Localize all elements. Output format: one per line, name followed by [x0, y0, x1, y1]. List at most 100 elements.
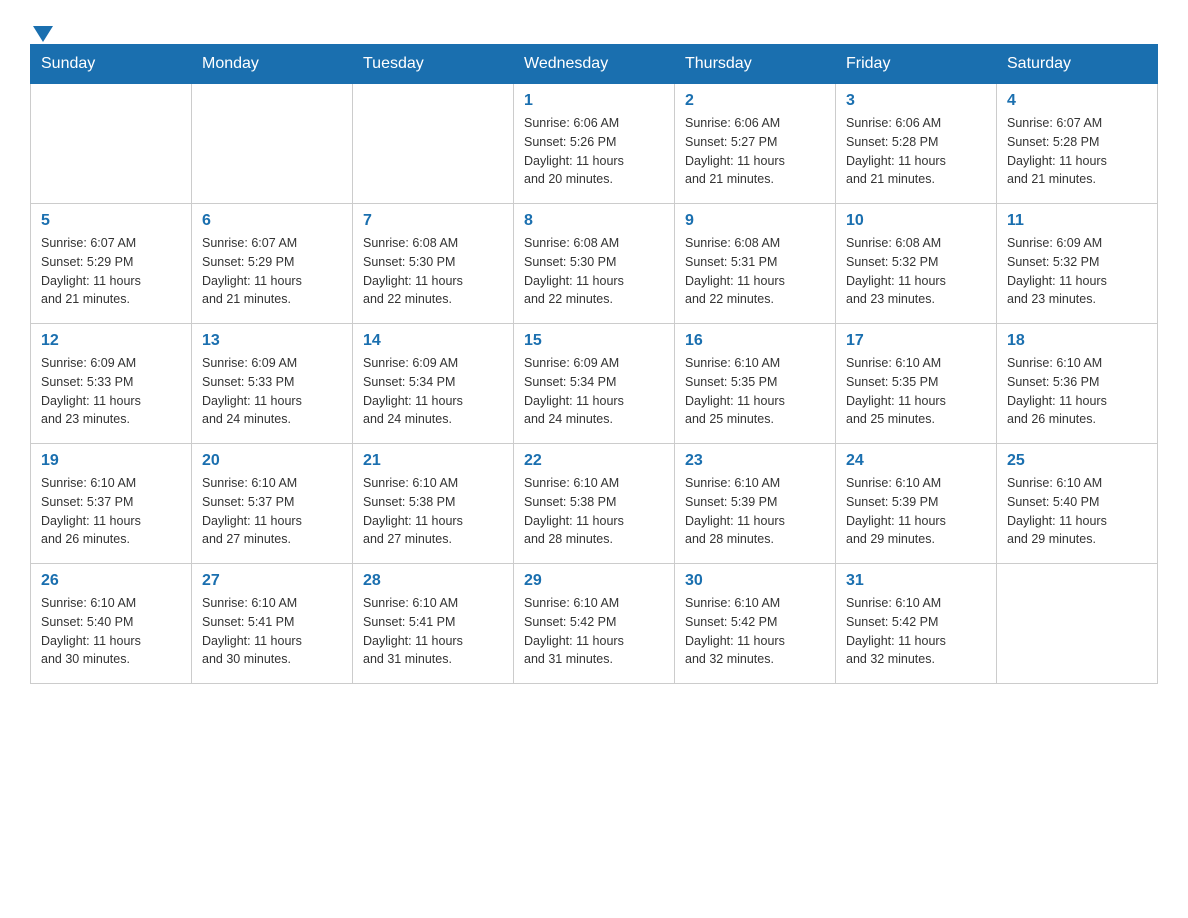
day-cell: 27 Sunrise: 6:10 AM Sunset: 5:41 PM Dayli…: [192, 564, 353, 684]
day-number: 1: [524, 92, 664, 110]
header-cell-thursday: Thursday: [675, 45, 836, 84]
day-cell: 12 Sunrise: 6:09 AM Sunset: 5:33 PM Dayli…: [31, 324, 192, 444]
day-number: 5: [41, 212, 181, 230]
day-number: 18: [1007, 332, 1147, 350]
day-info: Sunrise: 6:08 AM Sunset: 5:30 PM Dayligh…: [524, 234, 664, 309]
day-number: 10: [846, 212, 986, 230]
day-info: Sunrise: 6:06 AM Sunset: 5:27 PM Dayligh…: [685, 114, 825, 189]
day-number: 7: [363, 212, 503, 230]
day-info: Sunrise: 6:10 AM Sunset: 5:37 PM Dayligh…: [41, 474, 181, 549]
day-info: Sunrise: 6:09 AM Sunset: 5:34 PM Dayligh…: [524, 354, 664, 429]
day-info: Sunrise: 6:10 AM Sunset: 5:39 PM Dayligh…: [685, 474, 825, 549]
header-cell-saturday: Saturday: [997, 45, 1158, 84]
day-cell: 3 Sunrise: 6:06 AM Sunset: 5:28 PM Daylig…: [836, 84, 997, 204]
day-cell: 15 Sunrise: 6:09 AM Sunset: 5:34 PM Dayli…: [514, 324, 675, 444]
day-cell: 19 Sunrise: 6:10 AM Sunset: 5:37 PM Dayli…: [31, 444, 192, 564]
calendar-header: SundayMondayTuesdayWednesdayThursdayFrid…: [31, 45, 1158, 84]
header-cell-sunday: Sunday: [31, 45, 192, 84]
day-info: Sunrise: 6:10 AM Sunset: 5:39 PM Dayligh…: [846, 474, 986, 549]
logo: [30, 20, 53, 34]
day-cell: 29Sunrise: 6:10 AM Sunset: 5:42 PM Dayli…: [514, 564, 675, 684]
day-info: Sunrise: 6:10 AM Sunset: 5:42 PM Dayligh…: [685, 594, 825, 669]
week-row-0: 1 Sunrise: 6:06 AM Sunset: 5:26 PM Daylig…: [31, 84, 1158, 204]
day-number: 22: [524, 452, 664, 470]
day-number: 9: [685, 212, 825, 230]
day-cell: 26 Sunrise: 6:10 AM Sunset: 5:40 PM Dayli…: [31, 564, 192, 684]
day-info: Sunrise: 6:10 AM Sunset: 5:42 PM Dayligh…: [846, 594, 986, 669]
day-info: Sunrise: 6:07 AM Sunset: 5:29 PM Dayligh…: [41, 234, 181, 309]
day-number: 25: [1007, 452, 1147, 470]
day-cell: 20 Sunrise: 6:10 AM Sunset: 5:37 PM Dayli…: [192, 444, 353, 564]
day-info: Sunrise: 6:10 AM Sunset: 5:41 PM Dayligh…: [202, 594, 342, 669]
day-cell: 8 Sunrise: 6:08 AM Sunset: 5:30 PM Daylig…: [514, 204, 675, 324]
day-cell: [31, 84, 192, 204]
day-info: Sunrise: 6:10 AM Sunset: 5:37 PM Dayligh…: [202, 474, 342, 549]
day-cell: 6 Sunrise: 6:07 AM Sunset: 5:29 PM Daylig…: [192, 204, 353, 324]
day-cell: [192, 84, 353, 204]
day-info: Sunrise: 6:07 AM Sunset: 5:29 PM Dayligh…: [202, 234, 342, 309]
day-cell: [997, 564, 1158, 684]
day-info: Sunrise: 6:07 AM Sunset: 5:28 PM Dayligh…: [1007, 114, 1147, 189]
day-number: 6: [202, 212, 342, 230]
day-cell: 30 Sunrise: 6:10 AM Sunset: 5:42 PM Dayli…: [675, 564, 836, 684]
day-cell: 28 Sunrise: 6:10 AM Sunset: 5:41 PM Dayli…: [353, 564, 514, 684]
day-number: 20: [202, 452, 342, 470]
day-number: 2: [685, 92, 825, 110]
day-cell: 24Sunrise: 6:10 AM Sunset: 5:39 PM Dayli…: [836, 444, 997, 564]
day-info: Sunrise: 6:10 AM Sunset: 5:42 PM Dayligh…: [524, 594, 664, 669]
logo-triangle-icon: [33, 26, 53, 42]
header-row: SundayMondayTuesdayWednesdayThursdayFrid…: [31, 45, 1158, 84]
day-cell: 31Sunrise: 6:10 AM Sunset: 5:42 PM Dayli…: [836, 564, 997, 684]
day-cell: 7 Sunrise: 6:08 AM Sunset: 5:30 PM Daylig…: [353, 204, 514, 324]
day-cell: 10Sunrise: 6:08 AM Sunset: 5:32 PM Dayli…: [836, 204, 997, 324]
day-number: 30: [685, 572, 825, 590]
week-row-2: 12 Sunrise: 6:09 AM Sunset: 5:33 PM Dayli…: [31, 324, 1158, 444]
day-number: 17: [846, 332, 986, 350]
day-cell: 11 Sunrise: 6:09 AM Sunset: 5:32 PM Dayli…: [997, 204, 1158, 324]
day-number: 19: [41, 452, 181, 470]
day-number: 11: [1007, 212, 1147, 230]
day-number: 28: [363, 572, 503, 590]
day-cell: 2 Sunrise: 6:06 AM Sunset: 5:27 PM Daylig…: [675, 84, 836, 204]
day-number: 14: [363, 332, 503, 350]
day-number: 8: [524, 212, 664, 230]
day-info: Sunrise: 6:10 AM Sunset: 5:41 PM Dayligh…: [363, 594, 503, 669]
day-info: Sunrise: 6:10 AM Sunset: 5:38 PM Dayligh…: [524, 474, 664, 549]
week-row-4: 26 Sunrise: 6:10 AM Sunset: 5:40 PM Dayli…: [31, 564, 1158, 684]
day-cell: 14 Sunrise: 6:09 AM Sunset: 5:34 PM Dayli…: [353, 324, 514, 444]
day-info: Sunrise: 6:09 AM Sunset: 5:32 PM Dayligh…: [1007, 234, 1147, 309]
day-cell: 18 Sunrise: 6:10 AM Sunset: 5:36 PM Dayli…: [997, 324, 1158, 444]
day-cell: 1 Sunrise: 6:06 AM Sunset: 5:26 PM Daylig…: [514, 84, 675, 204]
day-number: 27: [202, 572, 342, 590]
day-cell: 21Sunrise: 6:10 AM Sunset: 5:38 PM Dayli…: [353, 444, 514, 564]
day-cell: 9 Sunrise: 6:08 AM Sunset: 5:31 PM Daylig…: [675, 204, 836, 324]
day-info: Sunrise: 6:10 AM Sunset: 5:36 PM Dayligh…: [1007, 354, 1147, 429]
day-info: Sunrise: 6:09 AM Sunset: 5:33 PM Dayligh…: [202, 354, 342, 429]
day-info: Sunrise: 6:06 AM Sunset: 5:28 PM Dayligh…: [846, 114, 986, 189]
day-cell: 13Sunrise: 6:09 AM Sunset: 5:33 PM Dayli…: [192, 324, 353, 444]
page-header: [30, 20, 1158, 34]
day-number: 12: [41, 332, 181, 350]
day-info: Sunrise: 6:09 AM Sunset: 5:33 PM Dayligh…: [41, 354, 181, 429]
day-number: 15: [524, 332, 664, 350]
day-info: Sunrise: 6:06 AM Sunset: 5:26 PM Dayligh…: [524, 114, 664, 189]
header-cell-monday: Monday: [192, 45, 353, 84]
day-number: 23: [685, 452, 825, 470]
week-row-1: 5 Sunrise: 6:07 AM Sunset: 5:29 PM Daylig…: [31, 204, 1158, 324]
header-cell-tuesday: Tuesday: [353, 45, 514, 84]
header-cell-friday: Friday: [836, 45, 997, 84]
day-cell: 4 Sunrise: 6:07 AM Sunset: 5:28 PM Daylig…: [997, 84, 1158, 204]
day-info: Sunrise: 6:10 AM Sunset: 5:40 PM Dayligh…: [41, 594, 181, 669]
day-number: 26: [41, 572, 181, 590]
day-cell: 23 Sunrise: 6:10 AM Sunset: 5:39 PM Dayli…: [675, 444, 836, 564]
day-cell: 17Sunrise: 6:10 AM Sunset: 5:35 PM Dayli…: [836, 324, 997, 444]
day-info: Sunrise: 6:08 AM Sunset: 5:31 PM Dayligh…: [685, 234, 825, 309]
day-number: 4: [1007, 92, 1147, 110]
day-number: 16: [685, 332, 825, 350]
day-info: Sunrise: 6:10 AM Sunset: 5:35 PM Dayligh…: [685, 354, 825, 429]
day-number: 3: [846, 92, 986, 110]
day-info: Sunrise: 6:08 AM Sunset: 5:30 PM Dayligh…: [363, 234, 503, 309]
day-info: Sunrise: 6:09 AM Sunset: 5:34 PM Dayligh…: [363, 354, 503, 429]
day-cell: 16 Sunrise: 6:10 AM Sunset: 5:35 PM Dayli…: [675, 324, 836, 444]
calendar-table: SundayMondayTuesdayWednesdayThursdayFrid…: [30, 44, 1158, 684]
